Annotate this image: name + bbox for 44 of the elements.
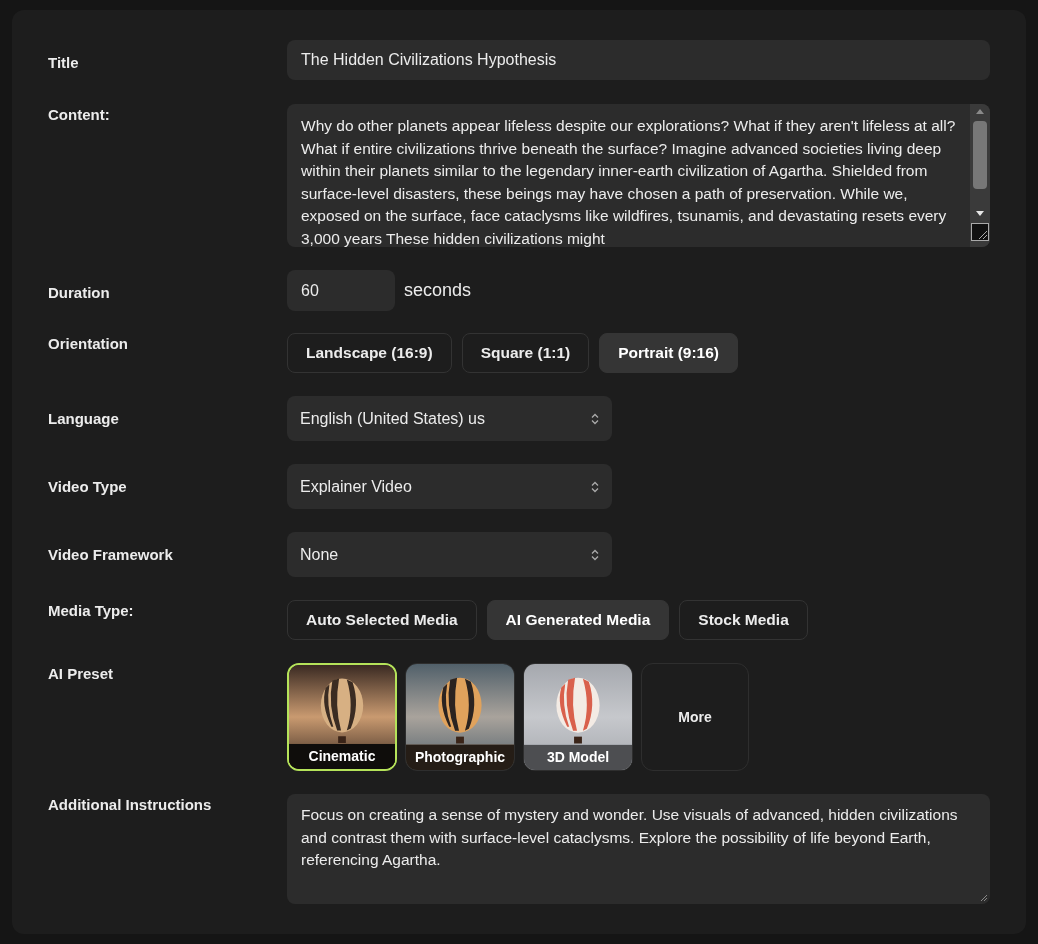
orientation-option[interactable]: Portrait (9:16) [599,333,738,373]
select-value: English (United States) us [300,408,485,429]
chevron-updown-icon [591,412,599,425]
instructions-textarea[interactable] [287,794,990,904]
preset-label: Cinematic [289,744,395,769]
preset-tile[interactable]: 3D Model [523,663,633,771]
resize-handle-icon[interactable] [980,894,988,902]
preset-label: 3D Model [524,745,632,770]
field-label: Video Type [48,477,128,497]
select-dropdown[interactable]: None [287,532,612,577]
preset-label: Photographic [406,745,514,770]
content-text: Why do other planets appear lifeless despite our explorations? What if they aren't lifeless at all? What if entire civilizations thrive beneath the surface? Imagine advanced societies living deep within their planets similar to the legendary inner-earth civilization of Agartha. Shielded from surface-level disasters, these beings may have chosen a path of preservation. While we, exposed on the surface, face cataclysms like wildfires, tsunamis, and devastating resets every 3,000 years These hidden civilizations might [300,116,957,247]
preset-tile[interactable]: Cinematic [287,663,397,771]
field-label: Duration [48,283,111,303]
select-dropdown[interactable]: Explainer Video [287,464,612,509]
field-label: Additional Instructions [48,795,213,815]
more-button[interactable]: More [641,663,749,771]
duration-field[interactable]: 60 [287,270,395,311]
scrollbar[interactable] [970,104,990,247]
orientation-option[interactable]: Landscape (16:9) [287,333,452,373]
field-label: Language [48,409,120,429]
resize-handle-icon[interactable] [971,223,989,241]
field-label: Content: [48,105,111,125]
scroll-down-icon[interactable] [976,211,984,216]
field-label: AI Preset [48,664,115,684]
chevron-updown-icon [591,548,599,561]
field-label: Video Framework [48,545,174,565]
media-type-option[interactable]: Stock Media [679,600,808,640]
media-type-option[interactable]: AI Generated Media [486,600,670,640]
scroll-up-icon[interactable] [976,109,984,114]
select-dropdown[interactable]: English (United States) us [287,396,612,441]
orientation-option[interactable]: Square (1:1) [461,333,590,373]
preset-tile[interactable]: Photographic [405,663,515,771]
scrollbar-thumb[interactable] [973,121,987,189]
unit-label: seconds [404,279,472,302]
chevron-updown-icon [591,480,599,493]
select-value: None [300,544,339,565]
field-label: Orientation [48,334,129,354]
field-label: Media Type: [48,601,135,621]
instructions-text: Focus on creating a sense of mystery and wonder. Use visuals of advanced, hidden civilizations and contrast them with surface-level cataclysms. Explore the possibility of life beyond Earth, referencing Agartha. [301,806,958,868]
field-label: Title [48,53,80,73]
select-value: Explainer Video [300,476,412,497]
title-field[interactable]: The Hidden Civilizations Hypothesis [287,40,990,80]
media-type-option[interactable]: Auto Selected Media [287,600,477,640]
